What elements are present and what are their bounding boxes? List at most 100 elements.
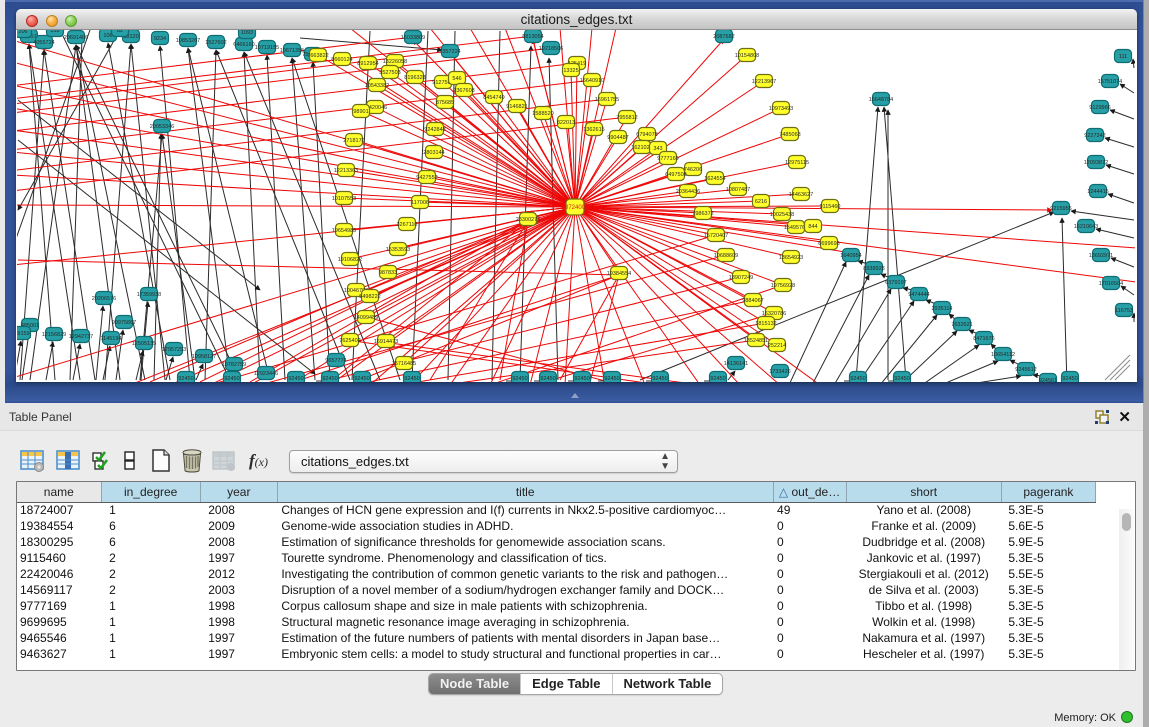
svg-text:6497508: 6497508 bbox=[665, 172, 686, 178]
svg-text:1815132: 1815132 bbox=[755, 321, 776, 327]
svg-text:14136141: 14136141 bbox=[724, 361, 748, 367]
svg-text:8471676: 8471676 bbox=[973, 336, 994, 342]
svg-text:16210643: 16210643 bbox=[1074, 224, 1098, 230]
svg-text:10671355: 10671355 bbox=[280, 48, 304, 54]
svg-text:2803144: 2803144 bbox=[423, 150, 444, 156]
svg-text:10973493: 10973493 bbox=[769, 106, 793, 112]
svg-text:92450: 92450 bbox=[322, 376, 337, 382]
svg-text:15720407: 15720407 bbox=[704, 233, 728, 239]
svg-text:12213363: 12213363 bbox=[334, 168, 358, 174]
svg-text:13325: 13325 bbox=[563, 68, 578, 74]
svg-text:9227342: 9227342 bbox=[1084, 133, 1105, 139]
svg-text:19218506: 19218506 bbox=[539, 46, 563, 52]
svg-text:14099489: 14099489 bbox=[354, 315, 378, 321]
svg-text:875685: 875685 bbox=[436, 100, 454, 106]
svg-text:20206576: 20206576 bbox=[92, 296, 116, 302]
svg-text:18724007: 18724007 bbox=[562, 205, 589, 211]
svg-text:1244415: 1244415 bbox=[1087, 189, 1108, 195]
svg-text:4055724: 4055724 bbox=[33, 40, 54, 46]
svg-text:19654985: 19654985 bbox=[332, 228, 356, 234]
svg-text:9242848: 9242848 bbox=[424, 127, 445, 133]
svg-text:92450: 92450 bbox=[512, 376, 527, 382]
svg-text:82: 82 bbox=[117, 30, 123, 34]
svg-text:116753: 116753 bbox=[1115, 308, 1133, 314]
svg-text:10543382: 10543382 bbox=[365, 83, 389, 89]
svg-text:20364436: 20364436 bbox=[676, 189, 700, 195]
svg-text:20691406: 20691406 bbox=[64, 35, 88, 41]
svg-text:13524851: 13524851 bbox=[744, 338, 768, 344]
svg-text:252214: 252214 bbox=[768, 343, 786, 349]
svg-text:12505135: 12505135 bbox=[132, 341, 156, 347]
svg-text:17957253: 17957253 bbox=[162, 347, 186, 353]
svg-text:92450: 92450 bbox=[224, 376, 239, 382]
svg-text:3267110: 3267110 bbox=[396, 222, 417, 228]
svg-text:10654112: 10654112 bbox=[991, 352, 1015, 358]
svg-text:13226058: 13226058 bbox=[383, 59, 407, 65]
svg-text:8660124: 8660124 bbox=[331, 57, 352, 63]
svg-text:13692971: 13692971 bbox=[1089, 253, 1113, 259]
svg-text:92450: 92450 bbox=[178, 376, 193, 382]
svg-text:9115460: 9115460 bbox=[819, 204, 840, 210]
svg-text:987833: 987833 bbox=[379, 270, 397, 276]
svg-text:15716485: 15716485 bbox=[392, 361, 416, 367]
svg-text:9245612: 9245612 bbox=[1015, 367, 1036, 373]
svg-text:6466160: 6466160 bbox=[233, 42, 254, 48]
svg-text:10025438: 10025438 bbox=[770, 212, 794, 218]
svg-text:16914473: 16914473 bbox=[374, 339, 398, 345]
svg-text:8912954: 8912954 bbox=[357, 61, 378, 67]
svg-text:10807487: 10807487 bbox=[726, 187, 750, 193]
svg-text:2718170: 2718170 bbox=[343, 138, 364, 144]
svg-text:12923446: 12923446 bbox=[254, 371, 278, 377]
svg-text:6699695: 6699695 bbox=[818, 241, 839, 247]
svg-text:1624554: 1624554 bbox=[704, 176, 725, 182]
svg-text:12942737: 12942737 bbox=[69, 334, 93, 340]
svg-text:7955812: 7955812 bbox=[616, 115, 637, 121]
svg-text:39159: 39159 bbox=[17, 331, 30, 337]
svg-text:7632621: 7632621 bbox=[951, 322, 972, 328]
svg-text:9884067: 9884067 bbox=[742, 298, 763, 304]
svg-text:7485063: 7485063 bbox=[779, 132, 800, 138]
svg-text:7357224: 7357224 bbox=[439, 49, 460, 55]
svg-text:92450: 92450 bbox=[1062, 376, 1077, 382]
svg-text:10782759: 10782759 bbox=[222, 362, 246, 368]
svg-text:7663822: 7663822 bbox=[307, 53, 328, 59]
svg-text:1588520: 1588520 bbox=[532, 111, 553, 117]
svg-text:844: 844 bbox=[808, 224, 817, 230]
svg-text:7986372: 7986372 bbox=[692, 211, 713, 217]
svg-text:9474444: 9474444 bbox=[908, 292, 929, 298]
svg-text:19106822: 19106822 bbox=[338, 257, 362, 263]
svg-text:9215955: 9215955 bbox=[1050, 206, 1071, 212]
svg-text:92450: 92450 bbox=[574, 376, 589, 382]
svg-text:10719155: 10719155 bbox=[255, 45, 279, 51]
svg-text:9146821: 9146821 bbox=[506, 104, 527, 110]
svg-text:92450: 92450 bbox=[288, 376, 303, 382]
svg-text:1640954: 1640954 bbox=[840, 253, 861, 259]
svg-text:92450: 92450 bbox=[540, 376, 555, 382]
svg-text:1362615: 1362615 bbox=[583, 127, 604, 133]
svg-text:16033809: 16033809 bbox=[401, 35, 425, 41]
svg-text:15353593: 15353593 bbox=[386, 247, 410, 253]
svg-text:9777169: 9777169 bbox=[657, 156, 678, 162]
svg-text:8813054: 8813054 bbox=[522, 34, 543, 40]
svg-text:17359938: 17359938 bbox=[137, 292, 161, 298]
svg-text:6379197: 6379197 bbox=[885, 280, 906, 286]
svg-text:20053346: 20053346 bbox=[150, 124, 174, 130]
svg-text:3527503: 3527503 bbox=[379, 70, 400, 76]
svg-text:924561: 924561 bbox=[1039, 378, 1057, 382]
svg-text:8454749: 8454749 bbox=[483, 95, 504, 101]
svg-text:16648784: 16648784 bbox=[869, 97, 893, 103]
svg-text:19756928: 19756928 bbox=[771, 283, 795, 289]
svg-text:16640910: 16640910 bbox=[580, 78, 604, 84]
svg-text:16961755: 16961755 bbox=[595, 97, 619, 103]
svg-text:206: 206 bbox=[18, 30, 27, 35]
svg-text:15751074: 15751074 bbox=[1098, 79, 1122, 85]
svg-text:1093: 1093 bbox=[241, 30, 253, 36]
svg-text:10107553: 10107553 bbox=[332, 196, 356, 202]
svg-text:2935114: 2935114 bbox=[931, 306, 952, 312]
svg-text:10688609: 10688609 bbox=[714, 253, 738, 259]
svg-text:1527602: 1527602 bbox=[205, 40, 226, 46]
svg-text:117006: 117006 bbox=[411, 200, 429, 206]
svg-text:12093872: 12093872 bbox=[1084, 160, 1108, 166]
svg-text:98901: 98901 bbox=[353, 109, 368, 115]
svg-text:5498222: 5498222 bbox=[359, 294, 380, 300]
